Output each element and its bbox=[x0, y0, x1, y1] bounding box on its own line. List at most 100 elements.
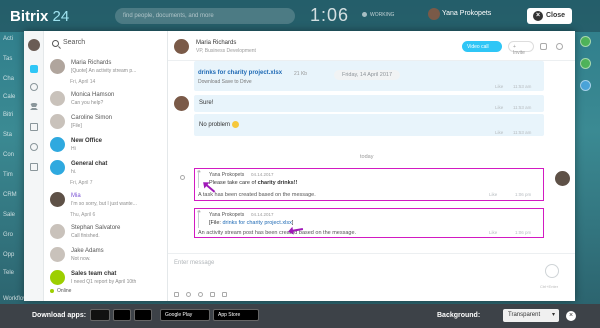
settings-icon[interactable] bbox=[30, 143, 38, 151]
windows-app-icon[interactable] bbox=[90, 309, 110, 321]
format-icon[interactable] bbox=[210, 292, 215, 297]
online-status[interactable]: Online bbox=[50, 288, 71, 294]
close-button[interactable]: × Close bbox=[527, 8, 572, 24]
quote-author[interactable]: Yana Prokopets bbox=[209, 212, 244, 218]
chat-preview: [Quote] An activity stream p... bbox=[71, 68, 137, 74]
invite-button[interactable]: + Invite bbox=[508, 41, 534, 56]
video-call-button[interactable]: Video call bbox=[462, 41, 502, 52]
like-button[interactable]: Like bbox=[495, 130, 503, 135]
message-input[interactable]: Enter message bbox=[174, 260, 214, 266]
left-menu-item[interactable]: Gro bbox=[0, 232, 22, 238]
like-button[interactable]: Like bbox=[489, 230, 497, 235]
bottom-bar: Download apps: Google Play App Store Bac… bbox=[0, 304, 600, 328]
chat-pane: Maria Richards VP, Business Development … bbox=[168, 31, 575, 301]
file-actions[interactable]: Download Save to Drive bbox=[198, 79, 252, 85]
global-search-input[interactable]: find people, documents, and more bbox=[115, 8, 295, 24]
contact-name[interactable]: Maria Richards bbox=[196, 40, 236, 46]
today-divider: today bbox=[360, 154, 374, 160]
left-menu-item[interactable]: Tim bbox=[0, 172, 22, 178]
sidebar-search[interactable]: Search bbox=[50, 39, 162, 51]
user-avatar[interactable] bbox=[428, 8, 440, 20]
left-menu-item[interactable]: Sale bbox=[0, 212, 22, 218]
message-list: drinks for charity project.xlsx 21 Kb Do… bbox=[168, 61, 575, 281]
left-menu-item[interactable]: Tas bbox=[0, 56, 22, 62]
app-store-button[interactable]: App Store bbox=[213, 309, 259, 321]
chats-icon[interactable] bbox=[30, 65, 38, 73]
chat-list-item[interactable]: Caroline Simon [File] bbox=[44, 110, 167, 133]
left-menu-item[interactable]: Cale bbox=[0, 94, 22, 100]
history-icon[interactable] bbox=[30, 163, 38, 171]
chat-list-item[interactable]: New Office Hi bbox=[44, 133, 167, 156]
attach-icon[interactable] bbox=[174, 292, 179, 297]
chat-list-item[interactable]: Monica Hamson Can you help? bbox=[44, 87, 167, 110]
avatar bbox=[50, 91, 65, 106]
left-menu-item[interactable]: Cha bbox=[0, 76, 22, 82]
search-icon[interactable] bbox=[556, 43, 563, 50]
left-menu-item[interactable]: Sta bbox=[0, 132, 22, 138]
chat-list-item[interactable]: General chat hi. bbox=[44, 156, 167, 179]
send-button[interactable] bbox=[545, 264, 559, 278]
chat-list-item[interactable]: Stephan Salvatore Call finished. bbox=[44, 220, 167, 243]
like-button[interactable]: Like bbox=[489, 192, 497, 197]
chat-list-item[interactable]: Jake Adams Not now. bbox=[44, 243, 167, 266]
left-menu-item[interactable]: Workflows bbox=[0, 296, 31, 302]
chat-preview: Hi bbox=[71, 146, 76, 152]
left-menu-item[interactable]: Con bbox=[0, 152, 22, 158]
avatar bbox=[50, 114, 65, 129]
more-icon[interactable] bbox=[222, 292, 227, 297]
message-select-icon[interactable] bbox=[180, 175, 185, 180]
google-play-button[interactable]: Google Play bbox=[160, 309, 210, 321]
message-time: 11:53 am bbox=[513, 105, 532, 110]
recent-icon[interactable] bbox=[30, 83, 38, 91]
message-time: 11:53 am bbox=[513, 130, 532, 135]
search-icon bbox=[52, 40, 59, 47]
background-label: Background: bbox=[437, 312, 481, 319]
close-icon[interactable]: × bbox=[566, 311, 576, 321]
phone-icon[interactable] bbox=[30, 123, 38, 131]
quote-author[interactable]: Yana Prokopets bbox=[209, 172, 244, 178]
portal-header: Bitrix 24 find people, documents, and mo… bbox=[0, 0, 600, 32]
left-menu-item[interactable]: Tele bbox=[0, 270, 22, 276]
right-app-icon[interactable] bbox=[580, 80, 591, 91]
my-avatar[interactable] bbox=[28, 39, 40, 51]
message-composer: Enter message Ctrl+Enter bbox=[168, 253, 575, 301]
chat-name: Maria Richards bbox=[71, 60, 112, 66]
linux-app-icon[interactable] bbox=[134, 309, 152, 321]
like-button[interactable]: Like bbox=[495, 84, 503, 89]
chat-list-item[interactable]: Mia I'm so sorry, but I just wante... bbox=[44, 188, 167, 211]
file-link[interactable]: drinks for charity project.xlsx bbox=[222, 220, 291, 226]
system-note: A task has been created based on the mes… bbox=[198, 192, 316, 198]
date-separator: Fri, April 7 bbox=[70, 180, 93, 186]
smile-emoji-icon bbox=[232, 121, 240, 128]
contact-title: VP, Business Development bbox=[196, 48, 256, 54]
left-menu-item[interactable]: Acti bbox=[0, 36, 22, 42]
chat-menu-icon[interactable] bbox=[540, 43, 547, 50]
chat-list-item[interactable]: Maria Richards [Quote] An activity stream… bbox=[44, 55, 167, 78]
chat-list-item[interactable]: Sales team chat I need Q1 report by April… bbox=[44, 266, 167, 289]
bitrix-logo[interactable]: Bitrix 24 bbox=[10, 8, 69, 25]
quoted-task-message[interactable]: ❝ Yana Prokopets 04.14.2017 Please take … bbox=[194, 168, 544, 201]
emoji-icon[interactable] bbox=[198, 292, 203, 297]
work-status[interactable]: WORKING bbox=[362, 12, 394, 18]
message-time: 1:06 pm bbox=[515, 230, 532, 235]
contact-avatar[interactable] bbox=[174, 39, 189, 54]
avatar bbox=[50, 137, 65, 152]
left-menu-item[interactable]: CRM bbox=[0, 192, 22, 198]
user-name[interactable]: Yana Prokopets bbox=[442, 10, 491, 17]
sender-avatar[interactable] bbox=[174, 96, 189, 111]
my-message-avatar[interactable] bbox=[555, 171, 570, 186]
background-select[interactable]: Transparent bbox=[503, 309, 559, 322]
clock[interactable]: 1:06 bbox=[310, 5, 349, 26]
quote-text: Please take care of charity drinks!! bbox=[209, 180, 298, 186]
like-button[interactable]: Like bbox=[495, 105, 503, 110]
file-link[interactable]: drinks for charity project.xlsx bbox=[198, 70, 282, 76]
left-menu-item[interactable]: Bitri bbox=[0, 112, 22, 118]
date-separator: Thu, April 6 bbox=[70, 212, 96, 218]
quoted-post-message[interactable]: ❝ Yana Prokopets 04.14.2017 [File: drink… bbox=[194, 208, 544, 238]
right-app-icon[interactable] bbox=[580, 36, 591, 47]
notifications-icon[interactable] bbox=[30, 103, 38, 110]
mention-icon[interactable] bbox=[186, 292, 191, 297]
left-menu-item[interactable]: Opp bbox=[0, 252, 22, 258]
right-app-icon[interactable] bbox=[580, 58, 591, 69]
mac-app-icon[interactable] bbox=[113, 309, 131, 321]
